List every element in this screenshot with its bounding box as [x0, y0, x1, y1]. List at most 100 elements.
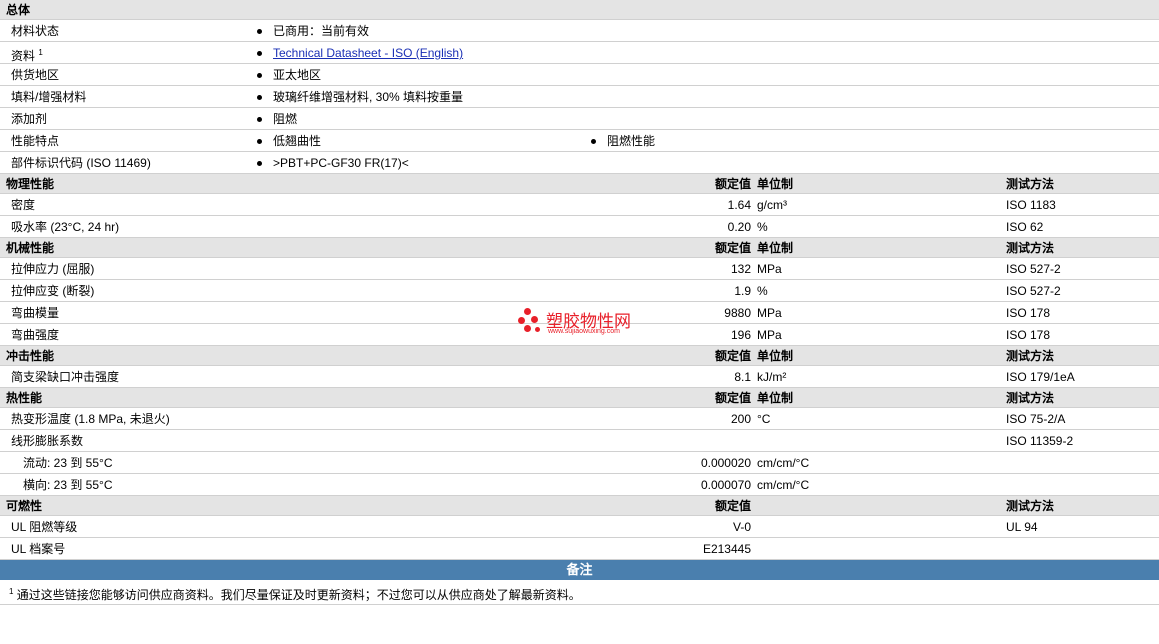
col-header-test: 测试方法: [1006, 349, 1055, 363]
row-test: ISO 179/1eA: [1006, 370, 1075, 384]
row-label: 横向: 23 到 55°C: [23, 478, 113, 492]
row-value: Technical Datasheet - ISO (English): [257, 42, 463, 64]
row-label-text: 资料: [11, 49, 36, 63]
watermark-url: www.sujiaowuxing.com: [548, 328, 620, 335]
row-unit: kJ/m²: [757, 370, 787, 384]
row-unit: cm/cm/°C: [757, 478, 810, 492]
row-test: ISO 527-2: [1006, 284, 1061, 298]
row-filler: 填料/增强材料 玻璃纤维增强材料, 30% 填料按重量: [0, 86, 1159, 108]
row-value: 阻燃性能: [591, 130, 655, 152]
section-header-flammability: 可燃性 额定值 测试方法: [0, 496, 1159, 516]
row-unit: MPa: [757, 306, 782, 320]
row-material-status: 材料状态 已商用：当前有效: [0, 20, 1159, 42]
row-value: 1.9: [734, 284, 751, 298]
table-row: 密度 1.64 g/cm³ ISO 1183: [0, 194, 1159, 216]
row-additive: 添加剂 阻燃: [0, 108, 1159, 130]
row-value: 阻燃: [257, 108, 297, 130]
col-header-value: 额定值: [714, 349, 751, 363]
table-row: 拉伸应力 (屈服) 132 MPa ISO 527-2: [0, 258, 1159, 280]
row-label: 添加剂: [11, 112, 48, 126]
section-title: 冲击性能: [6, 349, 55, 363]
col-header-unit: 单位制: [757, 349, 794, 363]
row-value: 0.000020: [700, 456, 751, 470]
row-label: 性能特点: [11, 134, 60, 148]
row-label: UL 档案号: [11, 542, 66, 556]
row-test: UL 94: [1006, 520, 1038, 534]
watermark-logo: 塑胶物性网 www.sujiaowuxing.com: [515, 306, 655, 340]
row-part-marking: 部件标识代码 (ISO 11469) >PBT+PC-GF30 FR(17)<: [0, 152, 1159, 174]
row-unit: MPa: [757, 262, 782, 276]
logo-dot: [535, 327, 540, 332]
col-header-value: 额定值: [714, 499, 751, 513]
row-value: 玻璃纤维增强材料, 30% 填料按重量: [257, 86, 463, 108]
section-title: 可燃性: [6, 499, 43, 513]
row-label: 线形膨胀系数: [11, 434, 84, 448]
row-label: 密度: [11, 198, 36, 212]
row-label: 部件标识代码 (ISO 11469): [11, 156, 151, 170]
row-value: V-0: [732, 520, 751, 534]
logo-dot: [524, 325, 531, 332]
table-row: UL 档案号 E213445: [0, 538, 1159, 560]
row-value: 0.000070: [700, 478, 751, 492]
footnote-marker: 1: [9, 587, 14, 596]
section-title: 机械性能: [6, 241, 55, 255]
row-label: 吸水率 (23°C, 24 hr): [11, 220, 120, 234]
table-row: UL 阻燃等级 V-0 UL 94: [0, 516, 1159, 538]
row-label: 弯曲强度: [11, 328, 60, 342]
row-value: 0.20: [727, 220, 751, 234]
row-unit: MPa: [757, 328, 782, 342]
row-value: 已商用：当前有效: [257, 20, 369, 42]
row-test: ISO 1183: [1006, 198, 1056, 212]
table-row-sub: 横向: 23 到 55°C 0.000070 cm/cm/°C: [0, 474, 1159, 496]
table-row: 热变形温度 (1.8 MPa, 未退火) 200 °C ISO 75-2/A: [0, 408, 1159, 430]
row-label: UL 阻燃等级: [11, 520, 78, 534]
table-row: 吸水率 (23°C, 24 hr) 0.20 % ISO 62: [0, 216, 1159, 238]
section-title: 物理性能: [6, 177, 55, 191]
col-header-test: 测试方法: [1006, 499, 1055, 513]
row-unit: %: [757, 220, 768, 234]
row-value: 132: [730, 262, 751, 276]
col-header-test: 测试方法: [1006, 177, 1055, 191]
datasheet-link[interactable]: Technical Datasheet - ISO (English): [273, 46, 463, 60]
logo-dot: [524, 308, 531, 315]
row-value: E213445: [702, 542, 751, 556]
row-unit: cm/cm/°C: [757, 456, 810, 470]
table-row: 线形膨胀系数 ISO 11359-2: [0, 430, 1159, 452]
row-value: 200: [730, 412, 751, 426]
section-header-thermal: 热性能 额定值 单位制 测试方法: [0, 388, 1159, 408]
row-literature: 资料 1 Technical Datasheet - ISO (English): [0, 42, 1159, 64]
section-header-mechanical: 机械性能 额定值 单位制 测试方法: [0, 238, 1159, 258]
table-row: 简支梁缺口冲击强度 8.1 kJ/m² ISO 179/1eA: [0, 366, 1159, 388]
row-test: ISO 11359-2: [1006, 434, 1074, 448]
row-label: 流动: 23 到 55°C: [23, 456, 113, 470]
table-row: 拉伸应变 (断裂) 1.9 % ISO 527-2: [0, 280, 1159, 302]
row-label: 弯曲模量: [11, 306, 60, 320]
table-row-sub: 流动: 23 到 55°C 0.000020 cm/cm/°C: [0, 452, 1159, 474]
col-header-value: 额定值: [714, 241, 751, 255]
row-value: 9880: [724, 306, 751, 320]
row-label: 填料/增强材料: [11, 90, 87, 104]
col-header-value: 额定值: [714, 177, 751, 191]
col-header-unit: 单位制: [757, 391, 794, 405]
row-unit: g/cm³: [757, 198, 787, 212]
row-value: >PBT+PC-GF30 FR(17)<: [257, 152, 409, 174]
section-title: 总体: [6, 3, 31, 17]
row-test: ISO 178: [1006, 328, 1051, 342]
row-label: 简支梁缺口冲击强度: [11, 370, 120, 384]
row-test: ISO 62: [1006, 220, 1044, 234]
row-label: 热变形温度 (1.8 MPa, 未退火): [11, 412, 170, 426]
footnote: 1 通过这些链接您能够访问供应商资料。我们尽量保证及时更新资料；不过您可以从供应…: [0, 580, 1159, 605]
row-label: 拉伸应力 (屈服): [11, 262, 95, 276]
row-label: 材料状态: [11, 24, 60, 38]
row-test: ISO 527-2: [1006, 262, 1061, 276]
logo-dot: [531, 316, 538, 323]
col-header-unit: 单位制: [757, 177, 794, 191]
footnote-marker: 1: [38, 48, 43, 57]
row-value: 1.64: [727, 198, 751, 212]
row-features: 性能特点 低翘曲性 阻燃性能: [0, 130, 1159, 152]
section-title: 热性能: [6, 391, 43, 405]
row-value: 亚太地区: [257, 64, 321, 86]
logo-dot: [518, 317, 525, 324]
section-header-physical: 物理性能 额定值 单位制 测试方法: [0, 174, 1159, 194]
row-availability: 供货地区 亚太地区: [0, 64, 1159, 86]
